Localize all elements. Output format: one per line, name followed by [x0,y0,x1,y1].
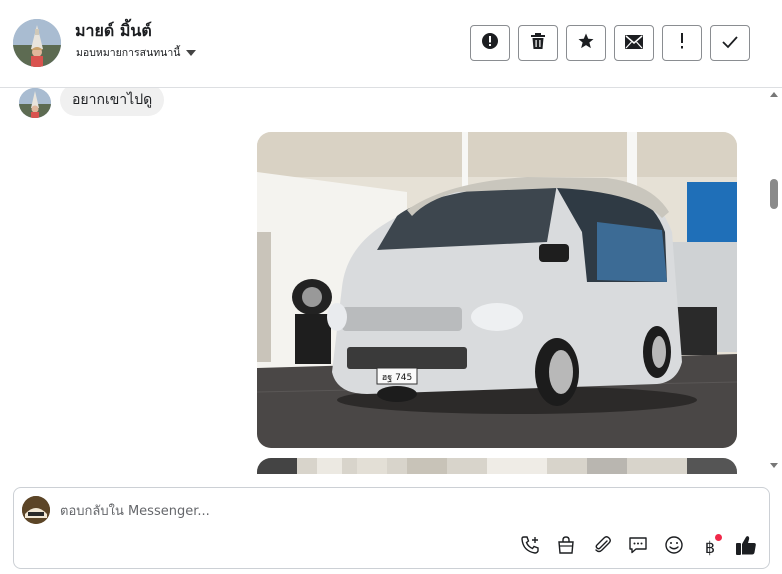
star-button[interactable] [566,25,606,61]
envelope-icon [625,34,643,53]
check-icon [721,34,739,53]
header-actions [470,25,750,61]
message-list[interactable]: อยากเขาไปดู ฮฐ 745 [0,88,766,474]
shopping-bag-icon [556,535,576,559]
call-button[interactable] [519,536,541,558]
shop-button[interactable] [555,536,577,558]
like-button[interactable] [735,536,757,558]
chevron-down-icon [186,50,197,56]
baht-icon: ฿ [704,537,716,557]
exclamation-icon [679,33,685,53]
star-icon [577,32,595,54]
saved-reply-icon [628,535,648,559]
message-list-scrollbar[interactable] [766,88,782,474]
outgoing-image-message[interactable]: ฮฐ 745 [257,132,737,448]
flag-button[interactable] [662,25,702,61]
paperclip-icon [592,535,612,559]
attach-button[interactable] [591,536,613,558]
reply-input[interactable] [60,500,750,522]
assign-conversation-dropdown[interactable]: มอบหมายการสนทนานี้ [76,44,197,61]
payment-button[interactable]: ฿ [699,534,722,558]
mark-done-button[interactable] [710,25,750,61]
mark-unread-button[interactable] [614,25,654,61]
emoji-icon [664,535,684,559]
contact-avatar-small [19,88,51,118]
emoji-button[interactable] [663,536,685,558]
call-add-icon [520,535,540,559]
incoming-message[interactable]: อยากเขาไปดู [60,88,165,116]
assign-label: มอบหมายการสนทนานี้ [76,47,181,59]
thumbs-up-icon [735,534,757,560]
reply-composer: ฿ [13,487,770,569]
spam-button[interactable] [470,25,510,61]
scroll-down-arrow-icon[interactable] [770,463,778,468]
contact-avatar[interactable] [13,19,61,67]
delete-button[interactable] [518,25,558,61]
composer-tools: ฿ [519,534,757,558]
outgoing-image-message-2[interactable] [257,458,737,474]
scrollbar-thumb[interactable] [770,179,778,209]
alert-circle-icon [481,32,499,54]
saved-replies-button[interactable] [627,536,649,558]
messenger-inbox: มายด์ มิ้นต์ มอบหมายการสนทนานี้ อยากเขาไ… [0,0,782,574]
trash-icon [530,32,546,54]
scroll-up-arrow-icon[interactable] [770,92,778,97]
conversation-header: มายด์ มิ้นต์ มอบหมายการสนทนานี้ [0,0,782,88]
page-avatar [22,496,50,524]
notification-dot [715,534,722,541]
contact-name[interactable]: มายด์ มิ้นต์ [75,19,152,44]
license-plate: ฮฐ 745 [382,373,413,383]
